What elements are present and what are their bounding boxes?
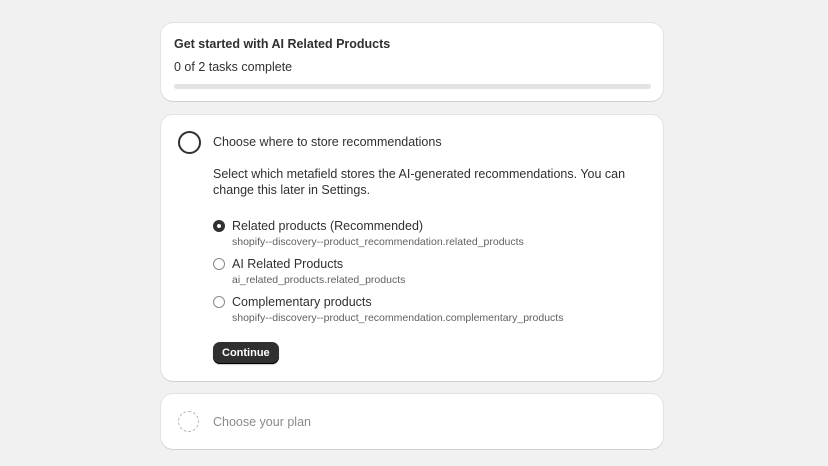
continue-button[interactable]: Continue bbox=[213, 342, 279, 364]
step-title: Choose where to store recommendations bbox=[213, 135, 442, 149]
step-description: Select which metafield stores the AI-gen… bbox=[213, 167, 626, 197]
progress-bar bbox=[174, 84, 651, 89]
option-label: AI Related Products bbox=[232, 257, 344, 271]
store-recommendations-step-card: Choose where to store recommendations Se… bbox=[161, 115, 663, 381]
radio-button[interactable] bbox=[213, 296, 225, 308]
option-label: Complementary products bbox=[232, 295, 372, 309]
option-metafield: shopify--discovery--product_recommendati… bbox=[232, 312, 564, 324]
setup-progress-card: Get started with AI Related Products 0 o… bbox=[161, 23, 663, 101]
step-pending-circle-icon bbox=[178, 411, 199, 432]
option-label: Related products (Recommended) bbox=[232, 219, 424, 233]
option-metafield: ai_related_products.related_products bbox=[232, 274, 406, 286]
option-metafield: shopify--discovery--product_recommendati… bbox=[232, 236, 524, 248]
setup-title: Get started with AI Related Products bbox=[174, 37, 391, 51]
tasks-complete-count: 0 of 2 tasks complete bbox=[174, 60, 293, 74]
radio-button-selected[interactable] bbox=[213, 220, 225, 232]
radio-button[interactable] bbox=[213, 258, 225, 270]
plan-step-title: Choose your plan bbox=[213, 415, 311, 429]
step-incomplete-circle-icon[interactable] bbox=[178, 131, 201, 154]
choose-plan-step-card[interactable]: Choose your plan bbox=[161, 394, 663, 449]
